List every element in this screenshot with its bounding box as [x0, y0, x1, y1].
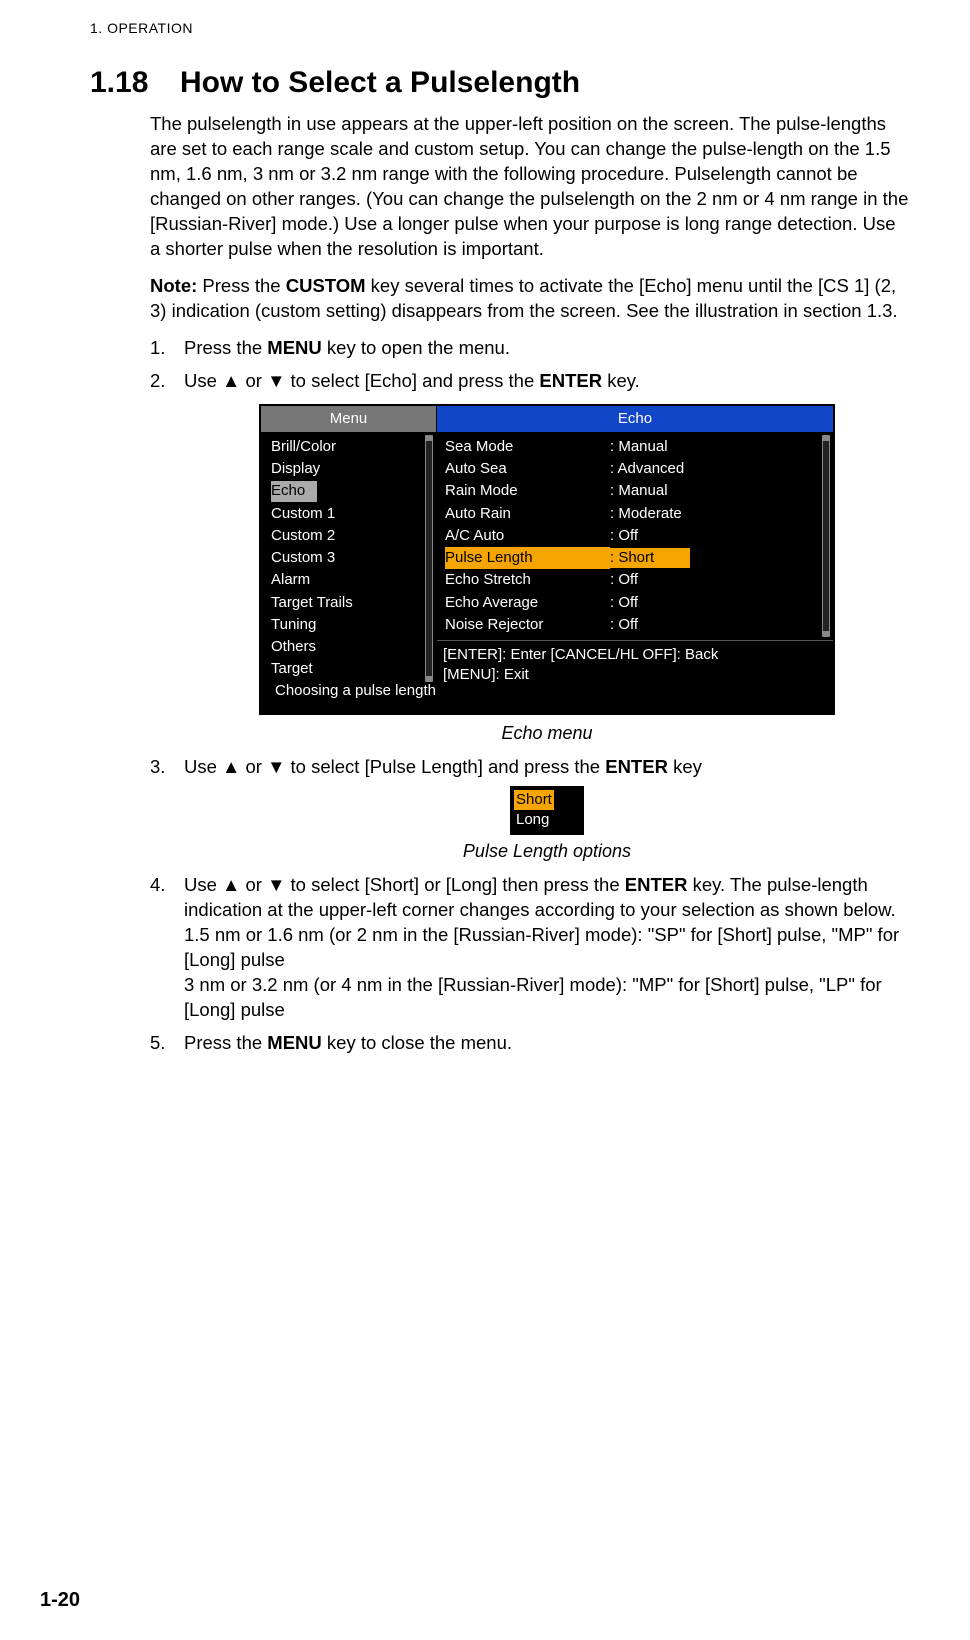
- echo-row-value: : Manual: [610, 436, 818, 458]
- echo-row: Rain Mode: Manual: [445, 480, 818, 502]
- echo-row-value: : Short: [610, 547, 818, 569]
- step1-text-a: Press the: [184, 337, 267, 358]
- echo-row: Echo Stretch: Off: [445, 569, 818, 591]
- step1-key: MENU: [267, 337, 321, 358]
- step-3: Use ▲ or ▼ to select [Pulse Length] and …: [150, 755, 910, 863]
- help-line-1: [ENTER]: Enter [CANCEL/HL OFF]: Back: [443, 645, 827, 665]
- body-column: The pulselength in use appears at the up…: [150, 112, 910, 1056]
- echo-row-label: Sea Mode: [445, 436, 610, 458]
- menu-item: Custom 2: [271, 525, 423, 547]
- menu-item: Brill/Color: [271, 436, 423, 458]
- step-1: Press the MENU key to open the menu.: [150, 336, 910, 361]
- pulse-length-options-figure: Short Long: [510, 786, 584, 835]
- menu-left-pane: Menu Brill/ColorDisplayEchoCustom 1Custo…: [261, 406, 437, 670]
- menu-right-title: Echo: [437, 406, 833, 432]
- step3-text-b: key: [668, 756, 702, 777]
- echo-row: Sea Mode: Manual: [445, 436, 818, 458]
- step3-key: ENTER: [605, 756, 668, 777]
- menu-item: Others: [271, 636, 423, 658]
- step5-key: MENU: [267, 1032, 321, 1053]
- step2-text-b: key.: [602, 370, 640, 391]
- step-2: Use ▲ or ▼ to select [Echo] and press th…: [150, 369, 910, 746]
- menu-item: Target Trails: [271, 592, 423, 614]
- echo-row-value: : Off: [610, 525, 818, 547]
- menu-item: Echo: [271, 480, 423, 502]
- step3-text-a: Use ▲ or ▼ to select [Pulse Length] and …: [184, 756, 605, 777]
- echo-row-label: Pulse Length: [445, 547, 610, 569]
- echo-row-value: : Moderate: [610, 503, 818, 525]
- section-heading: 1.18 How to Select a Pulselength: [90, 66, 910, 100]
- echo-menu-caption: Echo menu: [184, 721, 910, 745]
- echo-row: Noise Rejector: Off: [445, 614, 818, 636]
- menu-item: Alarm: [271, 569, 423, 591]
- page-number: 1-20: [40, 1589, 80, 1612]
- menu-item: Custom 1: [271, 503, 423, 525]
- option-short: Short: [514, 790, 554, 810]
- echo-row-label: Echo Stretch: [445, 569, 610, 591]
- echo-row: Pulse Length: Short: [445, 547, 818, 569]
- menu-right-scrollbar: [822, 435, 830, 637]
- note-text-a: Press the: [197, 275, 285, 296]
- menu-item: Tuning: [271, 614, 423, 636]
- step5-text-b: key to close the menu.: [322, 1032, 512, 1053]
- menu-item: Custom 3: [271, 547, 423, 569]
- step2-key: ENTER: [539, 370, 602, 391]
- menu-help: [ENTER]: Enter [CANCEL/HL OFF]: Back [ME…: [437, 640, 833, 690]
- echo-row-label: A/C Auto: [445, 525, 610, 547]
- step4-line2: 1.5 nm or 1.6 nm (or 2 nm in the [Russia…: [184, 924, 899, 970]
- running-header: 1. OPERATION: [90, 20, 910, 36]
- echo-row-label: Noise Rejector: [445, 614, 610, 636]
- echo-row-label: Rain Mode: [445, 480, 610, 502]
- intro-paragraph: The pulselength in use appears at the up…: [150, 112, 910, 262]
- step4-text-a: Use ▲ or ▼ to select [Short] or [Long] t…: [184, 874, 625, 895]
- menu-right-items: Sea Mode: ManualAuto Sea: AdvancedRain M…: [437, 432, 820, 640]
- page: 1. OPERATION 1.18 How to Select a Pulsel…: [0, 0, 970, 1640]
- echo-row-value: : Advanced: [610, 458, 818, 480]
- step1-text-b: key to open the menu.: [322, 337, 510, 358]
- echo-row-label: Auto Sea: [445, 458, 610, 480]
- echo-row-value: : Off: [610, 569, 818, 591]
- echo-row: Auto Rain: Moderate: [445, 503, 818, 525]
- note-key: CUSTOM: [286, 275, 366, 296]
- echo-row-label: Auto Rain: [445, 503, 610, 525]
- options-caption: Pulse Length options: [184, 839, 910, 863]
- menu-top: Menu Brill/ColorDisplayEchoCustom 1Custo…: [261, 406, 833, 670]
- section-number: 1.18: [90, 66, 180, 100]
- menu-left-title: Menu: [261, 406, 436, 432]
- echo-row-label: Echo Average: [445, 592, 610, 614]
- echo-row: Echo Average: Off: [445, 592, 818, 614]
- echo-row: Auto Sea: Advanced: [445, 458, 818, 480]
- note-label: Note:: [150, 275, 197, 296]
- echo-menu-figure: Menu Brill/ColorDisplayEchoCustom 1Custo…: [259, 404, 835, 715]
- menu-left-body: Brill/ColorDisplayEchoCustom 1Custom 2Cu…: [261, 432, 436, 685]
- step4-line3: 3 nm or 3.2 nm (or 4 nm in the [Russian-…: [184, 974, 882, 1020]
- step4-key: ENTER: [625, 874, 688, 895]
- menu-right-body: Sea Mode: ManualAuto Sea: AdvancedRain M…: [437, 432, 833, 640]
- menu-item: Target: [271, 658, 423, 680]
- help-line-2: [MENU]: Exit: [443, 665, 827, 685]
- step-5: Press the MENU key to close the menu.: [150, 1031, 910, 1056]
- echo-row-value: : Manual: [610, 480, 818, 502]
- menu-right-pane: Echo Sea Mode: ManualAuto Sea: AdvancedR…: [437, 406, 833, 670]
- step2-text-a: Use ▲ or ▼ to select [Echo] and press th…: [184, 370, 539, 391]
- menu-item: Display: [271, 458, 423, 480]
- note-paragraph: Note: Press the CUSTOM key several times…: [150, 274, 910, 324]
- option-long: Long: [514, 810, 580, 830]
- echo-row-value: : Off: [610, 592, 818, 614]
- step-4: Use ▲ or ▼ to select [Short] or [Long] t…: [150, 873, 910, 1023]
- step5-text-a: Press the: [184, 1032, 267, 1053]
- menu-left-scrollbar: [425, 435, 433, 682]
- section-title: How to Select a Pulselength: [180, 66, 580, 100]
- steps-list: Press the MENU key to open the menu. Use…: [150, 336, 910, 1056]
- echo-row-value: : Off: [610, 614, 818, 636]
- menu-left-items: Brill/ColorDisplayEchoCustom 1Custom 2Cu…: [261, 432, 423, 685]
- echo-row: A/C Auto: Off: [445, 525, 818, 547]
